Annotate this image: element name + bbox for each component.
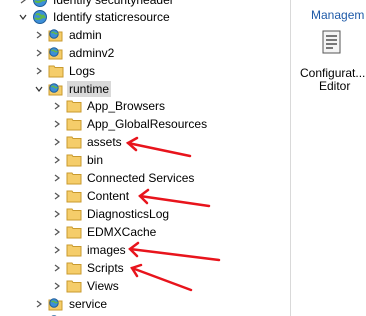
tree-node-label: Connected Services xyxy=(87,171,195,185)
tree-node-label: Scripts xyxy=(87,261,124,275)
tree-node-label: assets xyxy=(87,135,122,149)
web-application-icon xyxy=(48,27,64,43)
tree-node-scripts[interactable]: Scripts xyxy=(52,259,126,277)
folder-icon xyxy=(48,63,64,79)
tree-node-views[interactable]: Views xyxy=(52,277,121,295)
management-header: Managem xyxy=(311,8,365,22)
folder-icon xyxy=(66,206,82,222)
tree-node-label: adminv2 xyxy=(69,46,115,60)
tree-node-label: Views xyxy=(87,279,119,293)
annotation-arrow-images xyxy=(128,241,221,262)
tree-node-label: images xyxy=(87,243,126,257)
tree-node-service[interactable]: service xyxy=(34,295,109,313)
folder-icon xyxy=(66,224,82,240)
tree-node-runtime[interactable]: runtime xyxy=(34,80,112,98)
chevron-right-icon[interactable] xyxy=(52,101,62,111)
chevron-right-icon[interactable] xyxy=(52,209,62,219)
configuration-editor-icon[interactable] xyxy=(321,30,343,56)
tree-node-assets[interactable]: assets xyxy=(52,133,124,151)
chevron-right-icon[interactable] xyxy=(52,173,62,183)
chevron-right-icon[interactable] xyxy=(52,137,62,147)
tree-node-content[interactable]: Content xyxy=(52,187,131,205)
chevron-right-icon[interactable] xyxy=(52,191,62,201)
tree-node-label: EDMXCache xyxy=(87,225,157,239)
folder-icon xyxy=(66,98,82,114)
tree-node-admin[interactable]: admin xyxy=(34,26,104,44)
chevron-right-icon[interactable] xyxy=(52,263,62,273)
chevron-right-icon[interactable] xyxy=(52,227,62,237)
chevron-right-icon[interactable] xyxy=(52,245,62,255)
tree-pane: Identify securityheader Identify staticr… xyxy=(0,0,290,316)
annotation-arrow-content xyxy=(138,188,211,208)
tree-node-partial-bottom xyxy=(34,312,67,316)
tree-node-label: Identify staticresource xyxy=(53,10,170,24)
chevron-right-icon[interactable] xyxy=(18,0,28,5)
web-application-icon xyxy=(48,45,64,61)
tree-node-diagnosticslog[interactable]: DiagnosticsLog xyxy=(52,205,171,223)
chevron-right-icon[interactable] xyxy=(34,48,44,58)
folder-icon xyxy=(66,134,82,150)
tree-node-label: bin xyxy=(87,153,104,167)
tree-node-bin[interactable]: bin xyxy=(52,151,105,169)
tree-node-label: App_GlobalResources xyxy=(87,117,208,131)
configuration-editor-label-line2[interactable]: Editor xyxy=(319,79,350,93)
tree-node-logs[interactable]: Logs xyxy=(34,62,97,80)
tree-node-images[interactable]: images xyxy=(52,241,128,259)
tree-node-label: runtime xyxy=(67,81,112,97)
web-application-icon xyxy=(48,81,64,97)
globe-icon xyxy=(32,9,48,25)
chevron-right-icon[interactable] xyxy=(52,281,62,291)
configuration-editor-label[interactable]: Configurat... xyxy=(300,66,365,80)
folder-icon xyxy=(66,116,82,132)
folder-icon xyxy=(66,260,82,276)
tree-node-label: App_Browsers xyxy=(87,99,166,113)
tree-node-label: service xyxy=(69,297,108,311)
annotation-arrow-assets xyxy=(125,136,192,158)
tree-node-staticresource[interactable]: Identify staticresource xyxy=(18,8,172,26)
tree-node-label: Logs xyxy=(69,64,96,78)
folder-icon xyxy=(66,242,82,258)
chevron-right-icon[interactable] xyxy=(34,299,44,309)
tree-node-app-browsers[interactable]: App_Browsers xyxy=(52,97,167,115)
tree-node-edmxcache[interactable]: EDMXCache xyxy=(52,223,158,241)
tree-node-label: Identify securityheader xyxy=(53,0,174,7)
chevron-right-icon[interactable] xyxy=(34,30,44,40)
web-application-icon xyxy=(48,296,64,312)
globe-icon xyxy=(32,0,48,8)
chevron-down-icon[interactable] xyxy=(34,84,44,94)
folder-icon xyxy=(66,152,82,168)
tree-node-app-globalresources[interactable]: App_GlobalResources xyxy=(52,115,209,133)
folder-icon xyxy=(66,188,82,204)
chevron-right-icon[interactable] xyxy=(52,155,62,165)
features-pane: Managem Configurat... Editor xyxy=(291,0,366,316)
tree-node-label: admin xyxy=(69,28,102,42)
tree-node-connected-services[interactable]: Connected Services xyxy=(52,169,196,187)
chevron-down-icon[interactable] xyxy=(18,12,28,22)
chevron-right-icon[interactable] xyxy=(52,119,62,129)
folder-icon xyxy=(66,170,82,186)
annotation-arrow-scripts xyxy=(130,263,193,292)
tree-node-adminv2[interactable]: adminv2 xyxy=(34,44,116,62)
tree-node-label: Content xyxy=(87,189,130,203)
chevron-right-icon[interactable] xyxy=(34,66,44,76)
folder-icon xyxy=(66,278,82,294)
tree-node-label: DiagnosticsLog xyxy=(87,207,170,221)
